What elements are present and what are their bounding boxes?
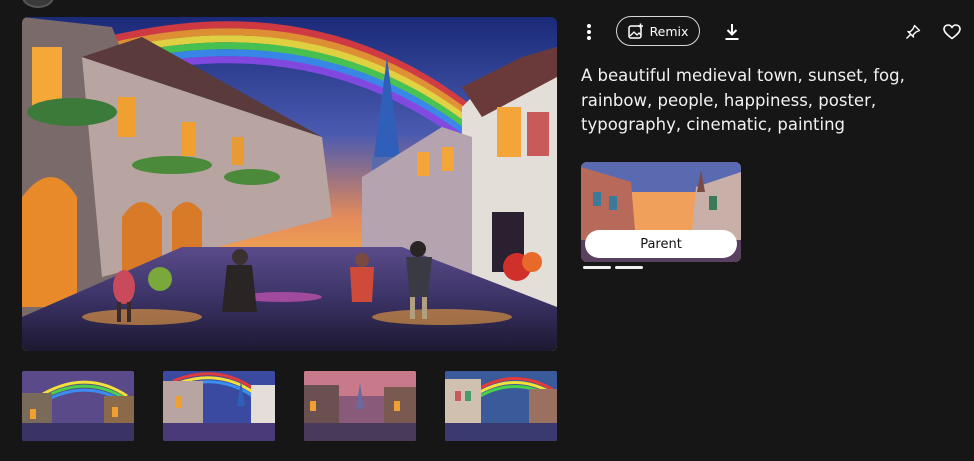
like-button[interactable] xyxy=(940,20,964,44)
pin-icon xyxy=(906,24,921,39)
variation-image xyxy=(22,371,134,441)
user-avatar[interactable] xyxy=(22,0,54,8)
variation-image xyxy=(304,371,416,441)
more-options-button[interactable] xyxy=(578,20,600,44)
download-icon xyxy=(725,24,739,40)
medieval-town-scene xyxy=(22,17,557,351)
pin-button[interactable] xyxy=(901,20,925,44)
variation-thumbnail-4[interactable] xyxy=(445,371,557,441)
remix-button[interactable]: Remix xyxy=(616,16,700,46)
carousel-indicator[interactable] xyxy=(583,266,611,269)
parent-image-card[interactable]: Parent xyxy=(581,162,741,262)
prompt-text: A beautiful medieval town, sunset, fog, … xyxy=(581,66,905,134)
variation-thumbnail-1[interactable] xyxy=(22,371,134,441)
variation-image xyxy=(445,371,557,441)
main-generated-image[interactable] xyxy=(22,17,557,351)
parent-button[interactable]: Parent xyxy=(585,230,737,258)
variation-thumbnail-2[interactable] xyxy=(163,371,275,441)
remix-label: Remix xyxy=(649,23,689,39)
parent-label: Parent xyxy=(640,236,682,252)
download-button[interactable] xyxy=(720,20,744,44)
more-vertical-icon xyxy=(587,24,591,40)
variation-thumbnail-3[interactable] xyxy=(304,371,416,441)
variation-image xyxy=(163,371,275,441)
image-plus-icon xyxy=(627,23,643,39)
carousel-indicator[interactable] xyxy=(615,266,643,269)
heart-icon xyxy=(943,24,961,40)
